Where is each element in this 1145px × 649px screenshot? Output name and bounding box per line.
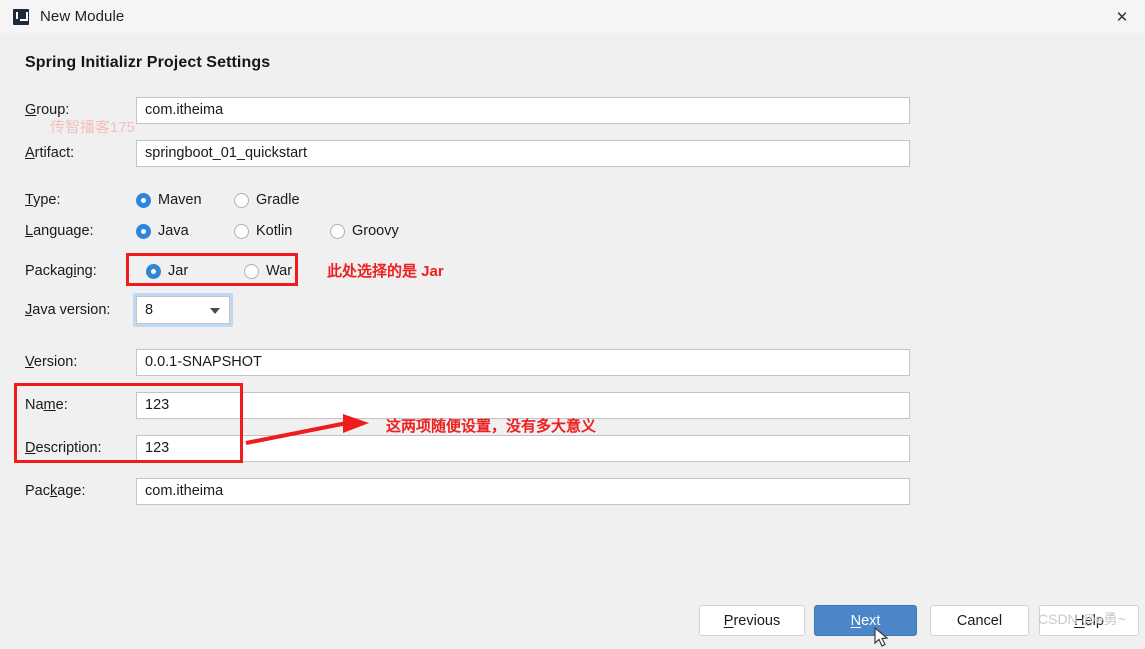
previous-button[interactable]: Previous xyxy=(699,605,805,636)
name-label: Name: xyxy=(25,397,68,413)
field-row-packaging: Packaging: Jar War xyxy=(0,257,1145,285)
page-title: Spring Initializr Project Settings xyxy=(25,54,271,71)
annotation-text-packaging: 此处选择的是 Jar xyxy=(327,263,444,280)
type-radio-group: Maven Gradle xyxy=(136,187,308,213)
package-input[interactable]: com.itheima xyxy=(136,477,910,505)
dialog-body: Spring Initializr Project Settings Group… xyxy=(0,33,1145,647)
packaging-radio-group: Jar War xyxy=(146,258,300,284)
description-label: Description: xyxy=(25,440,102,456)
watermark-csdn: CSDN @е勇~ xyxy=(1038,611,1126,627)
radio-label: Java xyxy=(158,223,189,239)
window-title: New Module xyxy=(40,8,125,25)
window-title-bar: New Module ✕ xyxy=(0,0,1145,34)
field-row-type: Type: Maven Gradle xyxy=(0,186,1145,214)
radio-language-java[interactable]: Java xyxy=(136,223,226,239)
artifact-input[interactable]: springboot_01_quickstart xyxy=(136,139,910,167)
radio-packaging-jar[interactable]: Jar xyxy=(146,263,236,279)
radio-label: Maven xyxy=(158,192,202,208)
radio-language-kotlin[interactable]: Kotlin xyxy=(234,223,322,239)
language-label: Language: xyxy=(25,223,94,239)
packaging-label: Packaging: xyxy=(25,263,97,279)
radio-label: Jar xyxy=(168,263,189,279)
version-input[interactable]: 0.0.1-SNAPSHOT xyxy=(136,348,910,376)
field-row-language: Language: Java Kotlin Groovy xyxy=(0,217,1145,245)
version-label: Version: xyxy=(25,354,78,370)
chevron-down-icon xyxy=(210,308,220,314)
radio-type-gradle[interactable]: Gradle xyxy=(234,192,300,208)
field-row-version: Version: 0.0.1-SNAPSHOT xyxy=(0,348,1145,376)
intellij-idea-icon xyxy=(13,8,29,25)
radio-type-maven[interactable]: Maven xyxy=(136,192,226,208)
type-label: Type: xyxy=(25,192,61,208)
close-icon[interactable]: ✕ xyxy=(1099,0,1145,33)
radio-off-icon xyxy=(330,223,345,239)
field-row-group: Group: com.itheima xyxy=(0,96,1145,124)
radio-on-icon xyxy=(146,263,161,279)
radio-label: Gradle xyxy=(256,192,300,208)
java-version-label: Java version: xyxy=(25,302,111,318)
field-row-package: Package: com.itheima xyxy=(0,477,1145,505)
radio-language-groovy[interactable]: Groovy xyxy=(330,223,399,239)
group-input[interactable]: com.itheima xyxy=(136,96,910,124)
cancel-button[interactable]: Cancel xyxy=(930,605,1029,636)
field-row-artifact: Artifact: springboot_01_quickstart xyxy=(0,139,1145,167)
annotation-text-name-description: 这两项随便设置，没有多大意义 xyxy=(386,418,597,435)
field-row-java-version: Java version: 8 xyxy=(0,293,1145,327)
radio-on-icon xyxy=(136,192,151,208)
radio-off-icon xyxy=(234,192,249,208)
radio-on-icon xyxy=(136,223,151,239)
description-input[interactable]: 123 xyxy=(136,434,910,462)
language-radio-group: Java Kotlin Groovy xyxy=(136,218,407,244)
field-row-description: Description: 123 xyxy=(0,434,1145,462)
next-button[interactable]: Next xyxy=(814,605,917,636)
radio-label: Kotlin xyxy=(256,223,293,239)
radio-off-icon xyxy=(244,263,259,279)
radio-label: Groovy xyxy=(352,223,399,239)
radio-off-icon xyxy=(234,223,249,239)
package-label: Package: xyxy=(25,483,86,499)
java-version-select[interactable]: 8 xyxy=(136,296,230,324)
radio-label: War xyxy=(266,263,293,279)
watermark-top-left: 传智播客175 xyxy=(50,119,136,136)
artifact-label: Artifact: xyxy=(25,145,75,161)
java-version-value: 8 xyxy=(145,302,154,318)
radio-packaging-war[interactable]: War xyxy=(244,263,292,279)
